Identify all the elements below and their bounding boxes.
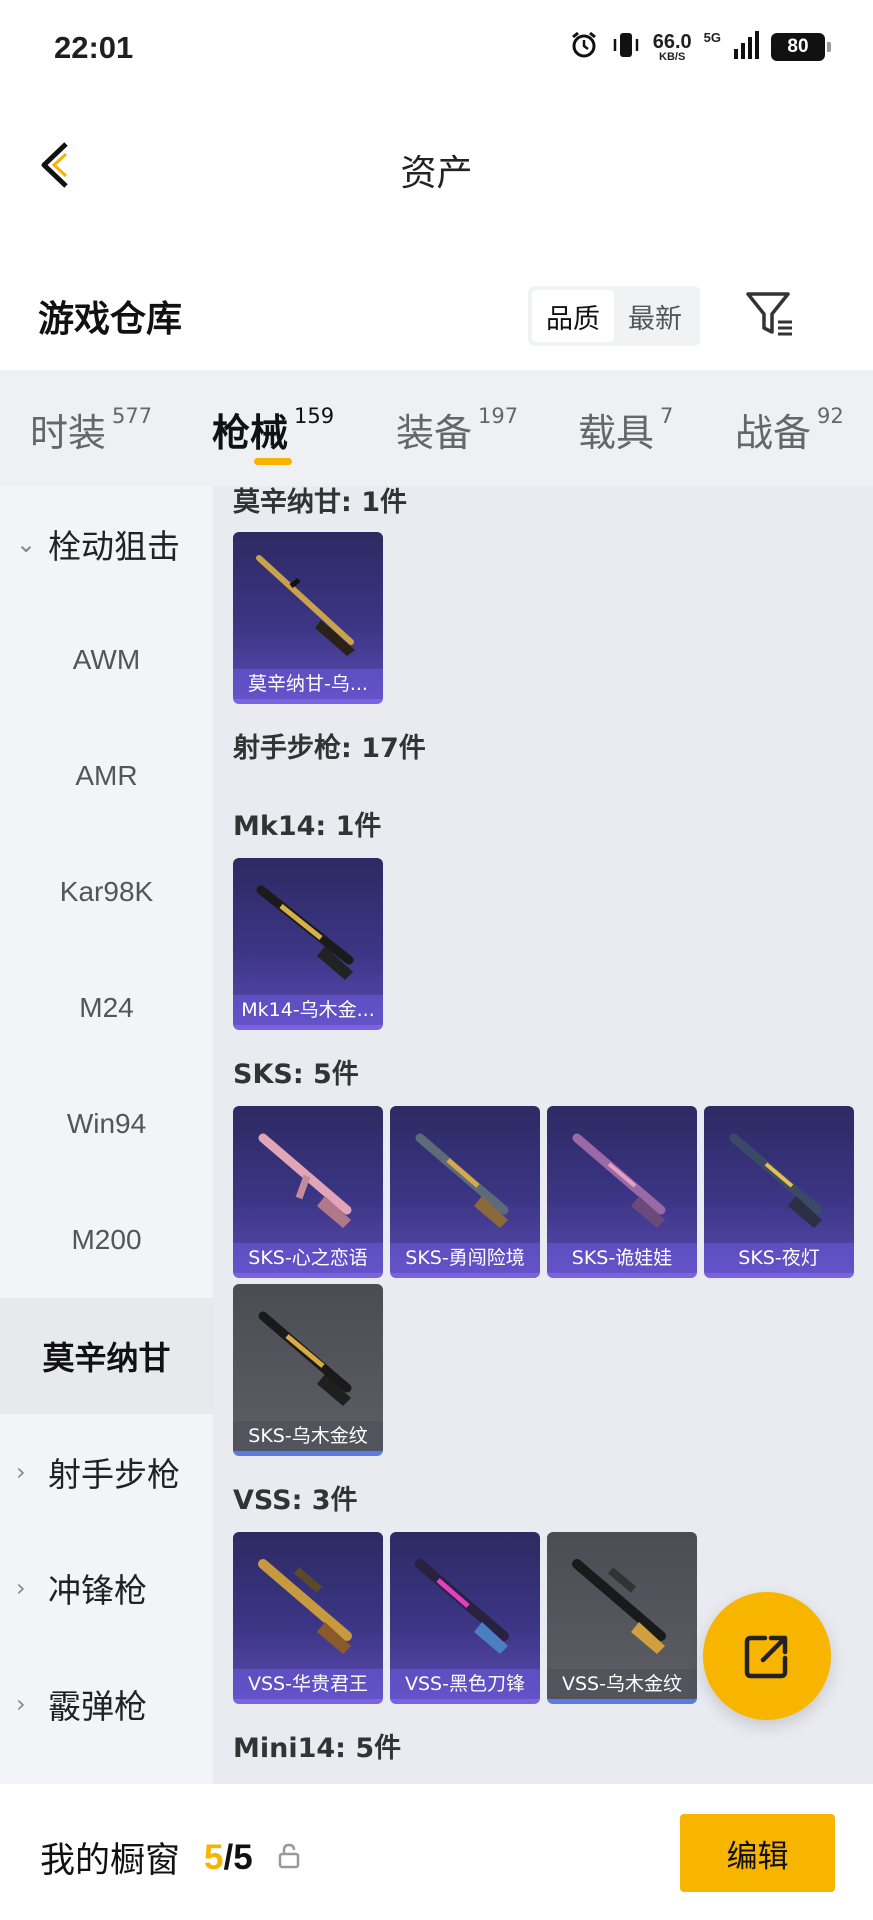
sort-quality[interactable]: 品质 [532, 290, 614, 342]
showcase-label-group: 我的橱窗 5/5 [40, 1832, 301, 1883]
weapon-card[interactable]: VSS-乌木金纹 [547, 1532, 697, 1704]
weapon-card[interactable]: SKS-夜灯 [704, 1106, 854, 1278]
tab-guns[interactable]: 枪械 159 [212, 402, 334, 457]
page-title: 资产 [400, 153, 473, 194]
sidebar-group-bolt[interactable]: ⌄ 栓动狙击 [0, 486, 213, 602]
tab-vehicles[interactable]: 载具 7 [578, 402, 673, 457]
weapon-card[interactable]: SKS-心之恋语 [233, 1106, 383, 1278]
sidebar-group-smg[interactable]: › 冲锋枪 [0, 1530, 213, 1646]
nav-bar: 资产 [0, 100, 873, 230]
chevron-right-icon: › [16, 1690, 26, 1718]
rifle-icon [572, 1559, 666, 1654]
weapon-card[interactable]: SKS-乌木金纹 [233, 1284, 383, 1456]
weapon-card[interactable]: SKS-勇闯险境 [390, 1106, 540, 1278]
sidebar-item-win94[interactable]: Win94 [0, 1066, 213, 1182]
sidebar-item-kar98k[interactable]: Kar98K [0, 834, 213, 950]
section-header: SKS: 5件 [233, 1059, 359, 1090]
lock-icon [277, 1838, 301, 1878]
sidebar-item-awm[interactable]: AWM [0, 602, 213, 718]
category-tabs: 时装 577 枪械 159 装备 197 载具 7 战备 92 [0, 370, 873, 486]
weapon-card[interactable]: SKS-诡娃娃 [547, 1106, 697, 1278]
share-button[interactable] [703, 1592, 831, 1720]
edit-button[interactable]: 编辑 [680, 1814, 835, 1892]
signal-icon [733, 31, 759, 63]
weapon-card[interactable]: VSS-华贵君王 [233, 1532, 383, 1704]
sort-toggle: 品质 最新 [528, 286, 700, 346]
chevron-right-icon: › [16, 1574, 26, 1602]
alarm-icon [569, 30, 599, 64]
sidebar-group-dmr[interactable]: › 射手步枪 [0, 1414, 213, 1530]
weapon-card[interactable]: Mk14-乌木金... [233, 858, 383, 1030]
section-title: 游戏仓库 [38, 299, 183, 340]
section-header: Mk14: 1件 [233, 811, 382, 842]
external-link-icon [744, 1635, 788, 1679]
sidebar-group-shotgun[interactable]: › 霰弹枪 [0, 1646, 213, 1762]
warehouse-header: 游戏仓库 品质 最新 [0, 230, 873, 370]
showcase-bar: 我的橱窗 5/5 编辑 [0, 1784, 873, 1920]
net-speed: 66.0 KB/S [652, 30, 692, 63]
tab-active-indicator [254, 458, 292, 465]
tab-fashion[interactable]: 时装 577 [30, 402, 152, 457]
rifle-icon [256, 555, 355, 656]
rifle-icon [572, 1133, 666, 1228]
rifle-icon [729, 1133, 823, 1228]
status-time: 22:01 [54, 30, 134, 65]
sidebar-item-mosin[interactable]: 莫辛纳甘 [0, 1298, 213, 1414]
tab-supplies[interactable]: 战备 92 [735, 402, 844, 457]
section-header: 莫辛纳甘: 1件 [233, 487, 407, 518]
weapon-sidebar: ⌄ 栓动狙击 AWM AMR Kar98K M24 Win94 M200 莫辛纳… [0, 486, 213, 1784]
filter-button[interactable] [742, 286, 798, 342]
sort-newest[interactable]: 最新 [614, 290, 696, 342]
rifle-icon [415, 1559, 509, 1654]
weapon-card[interactable]: VSS-黑色刀锋 [390, 1532, 540, 1704]
rifle-icon [256, 885, 354, 980]
sidebar-item-m24[interactable]: M24 [0, 950, 213, 1066]
status-bar: 22:01 66.0 KB/S 5G 80 [0, 0, 873, 100]
weapon-card[interactable]: 莫辛纳甘-乌... [233, 532, 383, 704]
showcase-count: 5/5 [204, 1837, 253, 1877]
network-type: 5G [703, 30, 721, 45]
weapon-list: 莫辛纳甘: 1件 莫辛纳甘-乌... 射手步枪: 17件 Mk14: 1件 Mk… [213, 486, 873, 1784]
battery-icon: 80 [771, 33, 831, 61]
vibrate-icon [611, 30, 641, 64]
section-header: VSS: 3件 [233, 1485, 358, 1516]
filter-icon [746, 292, 792, 336]
chevron-right-icon: › [16, 1458, 26, 1486]
sidebar-item-amr[interactable]: AMR [0, 718, 213, 834]
section-header: 射手步枪: 17件 [233, 733, 426, 764]
rifle-icon [258, 1133, 352, 1228]
chevron-down-icon: ⌄ [16, 530, 37, 558]
rifle-icon [258, 1311, 352, 1406]
tab-equipment[interactable]: 装备 197 [396, 402, 518, 457]
rifle-icon [258, 1559, 352, 1654]
rifle-icon [415, 1133, 509, 1228]
status-icons: 66.0 KB/S 5G 80 [569, 30, 831, 64]
showcase-label: 我的橱窗 [40, 1841, 181, 1881]
section-header: Mini14: 5件 [233, 1733, 402, 1764]
sidebar-item-m200[interactable]: M200 [0, 1182, 213, 1298]
